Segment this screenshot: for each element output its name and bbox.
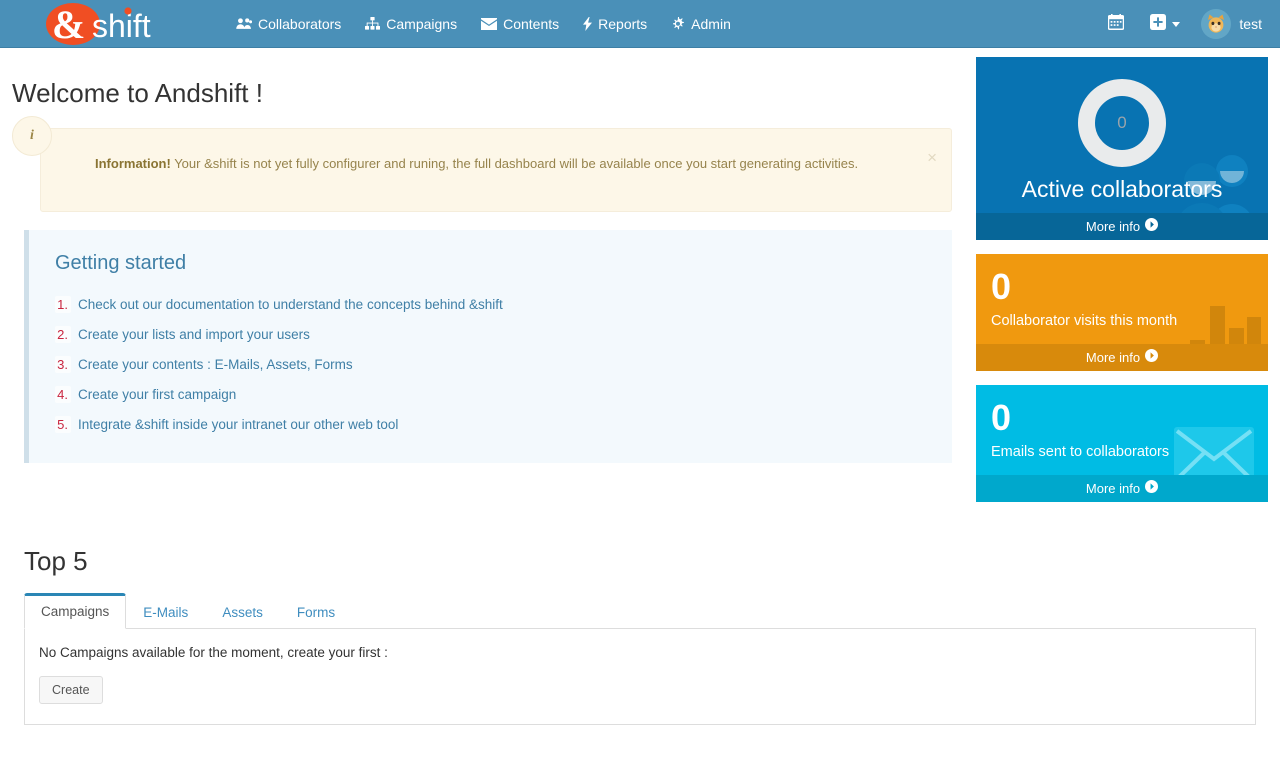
widget-emails-sent[interactable]: 0 Emails sent to collaborators More info (976, 385, 1268, 502)
widget-body: 0 Collaborator visits this month (976, 254, 1268, 344)
widget-more-info-link[interactable]: More info (976, 213, 1268, 240)
getting-started-link-4[interactable]: Create your first campaign (78, 387, 236, 402)
info-icon: i (12, 116, 52, 156)
tab-campaigns[interactable]: Campaigns (24, 593, 127, 629)
getting-started-panel: Getting started 1. Check out our documen… (24, 230, 952, 463)
widget-value: 0 (1117, 113, 1127, 132)
list-item-number: 1. (55, 296, 71, 313)
tab-panel-campaigns: No Campaigns available for the moment, c… (24, 629, 1256, 725)
empty-state-text: No Campaigns available for the moment, c… (39, 645, 388, 660)
list-item: 3. Create your contents : E-Mails, Asset… (55, 349, 930, 379)
arrow-circle-right-icon (1145, 480, 1159, 496)
gear-icon (671, 16, 685, 31)
cat-face-avatar-icon (1201, 9, 1232, 39)
more-info-label: More info (1085, 349, 1141, 365)
tab-emails[interactable]: E-Mails (126, 594, 205, 629)
user-menu[interactable]: test (1195, 0, 1270, 48)
nav-item-campaigns[interactable]: Campaigns (353, 0, 469, 48)
sitemap-icon (365, 17, 381, 30)
getting-started-body: Getting started 1. Check out our documen… (29, 230, 952, 463)
alert-message: Your &shift is not yet fully configurer … (170, 156, 859, 171)
top5-tabs-section: Campaigns E-Mails Assets Forms No Campai… (24, 593, 1256, 725)
nav-item-label: Admin (691, 15, 731, 32)
widget-label: Collaborator visits this month (991, 313, 1178, 329)
tab-forms[interactable]: Forms (280, 594, 352, 629)
getting-started-link-2[interactable]: Create your lists and import your users (78, 327, 310, 342)
andshift-logo-icon: & shift (46, 2, 151, 46)
widget-label: Emails sent to collaborators (991, 444, 1170, 460)
list-item-number: 3. (55, 356, 71, 373)
nav-item-label: Campaigns (386, 15, 458, 32)
page-container: Welcome to Andshift ! i Information! You… (0, 48, 1280, 725)
top5-title: Top 5 (24, 546, 88, 576)
page-title: Welcome to Andshift ! (12, 78, 263, 108)
nav-item-contents[interactable]: Contents (469, 0, 571, 48)
widget-collaborator-visits[interactable]: 0 Collaborator visits this month More in… (976, 254, 1268, 371)
widget-more-info-link[interactable]: More info (976, 475, 1268, 502)
information-alert: i Information! Your &shift is not yet fu… (12, 116, 952, 212)
widget-more-info-link[interactable]: More info (976, 344, 1268, 371)
plus-square-icon (1150, 13, 1167, 35)
getting-started-link-1[interactable]: Check out our documentation to understan… (78, 297, 503, 312)
svg-text:&: & (52, 2, 85, 46)
widget-body: 0 Emails sent to collaborators (976, 385, 1268, 475)
tab-list: Campaigns E-Mails Assets Forms (24, 593, 1256, 629)
nav-item-admin[interactable]: Admin (659, 0, 743, 48)
bolt-icon (583, 16, 593, 31)
username-label: test (1239, 16, 1262, 32)
calendar-icon (1108, 13, 1125, 35)
getting-started-link-3[interactable]: Create your contents : E-Mails, Assets, … (78, 357, 353, 372)
list-item: 2. Create your lists and import your use… (55, 319, 930, 349)
add-menu-button[interactable] (1139, 0, 1191, 48)
more-info-label: More info (1085, 480, 1141, 496)
getting-started-title: Getting started (55, 252, 187, 274)
envelope-icon (481, 17, 498, 30)
getting-started-list: 1. Check out our documentation to unders… (55, 289, 930, 439)
arrow-circle-right-icon (1145, 349, 1159, 365)
svg-text:shift: shift (92, 8, 151, 44)
tab-assets[interactable]: Assets (205, 594, 280, 629)
getting-started-link-5[interactable]: Integrate &shift inside your intranet ou… (78, 417, 398, 432)
caret-down-icon (1172, 21, 1181, 27)
list-item-number: 4. (55, 386, 71, 403)
nav-item-label: Contents (503, 15, 560, 32)
main-column: Welcome to Andshift ! i Information! You… (12, 48, 964, 463)
donut-gauge: 0 (1078, 79, 1166, 167)
widget-value: 0 (991, 266, 1012, 307)
nav-item-collaborators[interactable]: Collaborators (224, 0, 353, 48)
list-item: 4. Create your first campaign (55, 379, 930, 409)
top-navbar: & shift Collaborators Campaigns Contents… (0, 0, 1280, 48)
widget-column: 0 Active collaborators More info 0 Colla… (964, 48, 1268, 516)
nav-item-label: Reports (598, 15, 648, 32)
list-item: 1. Check out our documentation to unders… (55, 289, 930, 319)
list-item: 5. Integrate &shift inside your intranet… (55, 409, 930, 439)
widget-value: 0 (991, 397, 1012, 438)
avatar (1201, 9, 1232, 39)
close-icon[interactable]: × (927, 149, 937, 166)
information-alert-wrapper: i Information! Your &shift is not yet fu… (12, 116, 952, 212)
nav-item-label: Collaborators (258, 15, 342, 32)
users-icon (236, 17, 252, 30)
list-item-number: 5. (55, 416, 71, 433)
arrow-circle-right-icon (1145, 218, 1159, 234)
alert-text: Information! Your &shift is not yet full… (95, 156, 858, 171)
calendar-button[interactable] (1097, 0, 1135, 48)
page-layout: Welcome to Andshift ! i Information! You… (12, 48, 1268, 516)
widget-label: Active collaborators (1021, 176, 1223, 202)
nav-item-reports[interactable]: Reports (571, 0, 659, 48)
navbar-links: Collaborators Campaigns Contents Reports… (224, 0, 743, 48)
more-info-label: More info (1085, 218, 1141, 234)
widget-active-collaborators[interactable]: 0 Active collaborators More info (976, 57, 1268, 240)
list-item-number: 2. (55, 326, 71, 343)
widget-body: 0 Active collaborators (976, 57, 1268, 213)
create-button[interactable]: Create (39, 676, 103, 704)
alert-strong: Information! (95, 156, 171, 171)
brand-logo-link[interactable]: & shift (0, 0, 180, 48)
navbar-right-actions: test (1097, 0, 1270, 48)
